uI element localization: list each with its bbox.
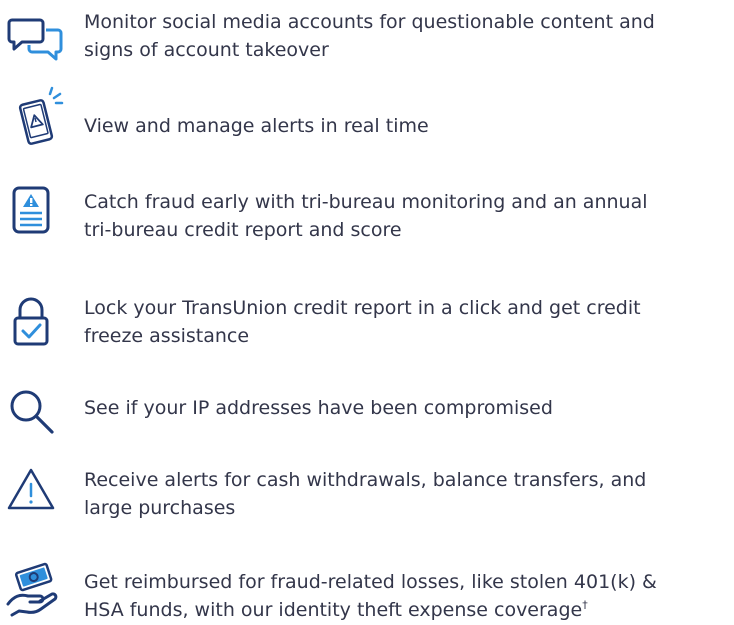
feature-line: tri-bureau credit report and score bbox=[84, 219, 402, 241]
warning-triangle-icon bbox=[6, 462, 68, 524]
feature-text: Get reimbursed for fraud-related losses,… bbox=[84, 568, 730, 624]
feature-line: See if your IP addresses have been compr… bbox=[84, 397, 553, 419]
feature-line: Receive alerts for cash withdrawals, bal… bbox=[84, 469, 647, 491]
feature-text: See if your IP addresses have been compr… bbox=[84, 394, 730, 422]
feature-text: Lock your TransUnion credit report in a … bbox=[84, 294, 730, 350]
phone-alert-icon bbox=[6, 86, 68, 148]
footnote-mark: † bbox=[582, 598, 588, 612]
feature-text: Catch fraud early with tri-bureau monito… bbox=[84, 188, 730, 244]
feature-text: View and manage alerts in real time bbox=[84, 112, 730, 140]
money-hand-icon bbox=[6, 560, 68, 622]
chat-bubbles-icon bbox=[6, 10, 68, 72]
feature-line: Monitor social media accounts for questi… bbox=[84, 11, 655, 33]
lock-check-icon bbox=[6, 292, 68, 354]
feature-text: Monitor social media accounts for questi… bbox=[84, 8, 730, 64]
feature-line: signs of account takeover bbox=[84, 39, 329, 61]
feature-text: Receive alerts for cash withdrawals, bal… bbox=[84, 466, 730, 522]
feature-line: large purchases bbox=[84, 497, 236, 519]
feature-line: View and manage alerts in real time bbox=[84, 115, 429, 137]
feature-line: Get reimbursed for fraud-related losses,… bbox=[84, 571, 657, 593]
feature-line: Catch fraud early with tri-bureau monito… bbox=[84, 191, 648, 213]
feature-line: freeze assistance bbox=[84, 325, 250, 347]
magnifier-icon bbox=[6, 386, 68, 448]
feature-line: HSA funds, with our identity theft expen… bbox=[84, 596, 730, 624]
feature-line: Lock your TransUnion credit report in a … bbox=[84, 297, 641, 319]
feature-line-text: HSA funds, with our identity theft expen… bbox=[84, 599, 583, 621]
credit-report-icon bbox=[6, 184, 68, 246]
feature-list: Monitor social media accounts for questi… bbox=[0, 0, 734, 625]
